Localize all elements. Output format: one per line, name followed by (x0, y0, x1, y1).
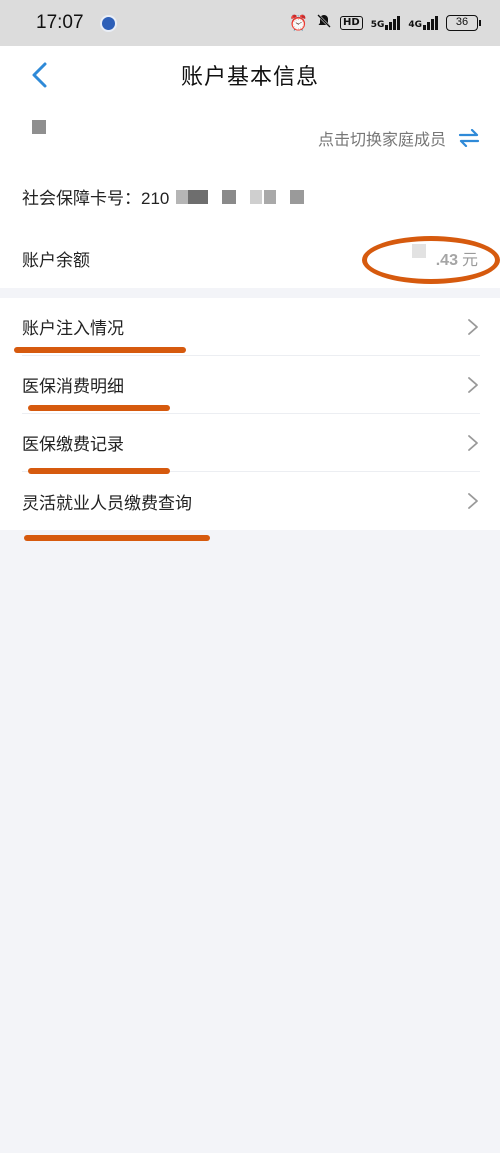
balance-circle-annotation (362, 236, 500, 284)
redacted-digits (222, 190, 236, 204)
signal-5g: 5G (371, 16, 401, 30)
swap-arrows-icon (458, 129, 480, 147)
chevron-right-icon (468, 493, 478, 509)
menu-item-label: 医保消费明细 (22, 377, 124, 397)
status-icons: ⏰ HD 5G 4G 36 (289, 13, 481, 33)
underline-annotation (14, 347, 186, 353)
redacted-digits (264, 190, 276, 204)
signal-bars-icon (423, 16, 438, 30)
notification-app-icon (99, 14, 117, 32)
underline-annotation (24, 535, 210, 541)
chevron-right-icon (468, 318, 478, 335)
redacted-digits (290, 190, 304, 204)
chevron-right-icon (468, 376, 478, 393)
card-no-prefix: 210 (141, 189, 170, 208)
signal-4g: 4G (408, 16, 438, 30)
switch-member-label: 点击切换家庭成员 (317, 130, 446, 149)
underline-annotation (28, 405, 170, 411)
menu-item-label: 灵活就业人员缴费查询 (22, 493, 192, 514)
balance-label: 账户余额 (22, 251, 90, 271)
signal-bars-icon (385, 16, 401, 30)
redacted-digits (250, 190, 262, 204)
menu-item-payment-record[interactable]: 医保缴费记录 (22, 414, 480, 472)
switch-family-member-button[interactable]: 点击切换家庭成员 (318, 126, 480, 150)
redacted-digits (188, 190, 208, 204)
mute-icon (316, 13, 332, 33)
menu-item-label: 账户注入情况 (22, 319, 124, 339)
menu-item-label: 医保缴费记录 (22, 435, 124, 455)
page-title: 账户基本信息 (180, 65, 319, 90)
redacted-name (32, 120, 46, 134)
status-bar: 17:07 ⏰ HD 5G 4G 36 (0, 0, 500, 46)
chevron-left-icon (32, 62, 47, 88)
battery-icon: 36 (446, 15, 481, 31)
chevron-right-icon (468, 434, 478, 451)
menu-list: 账户注入情况 医保消费明细 医保缴费记录 灵活就业人员缴费查询 (0, 298, 500, 530)
back-button[interactable] (22, 58, 56, 92)
nav-bar: 账户基本信息 (0, 46, 500, 104)
card-no-label: 社会保障卡号： (22, 189, 141, 209)
status-time: 17:07 (36, 12, 84, 33)
menu-item-flexible-employment-query[interactable]: 灵活就业人员缴费查询 (22, 472, 480, 530)
redacted-digits (176, 190, 188, 204)
underline-annotation (28, 468, 170, 474)
social-security-card-number: 社会保障卡号：210 (22, 184, 169, 209)
alarm-icon: ⏰ (289, 14, 309, 32)
hd-badge: HD (340, 16, 363, 30)
